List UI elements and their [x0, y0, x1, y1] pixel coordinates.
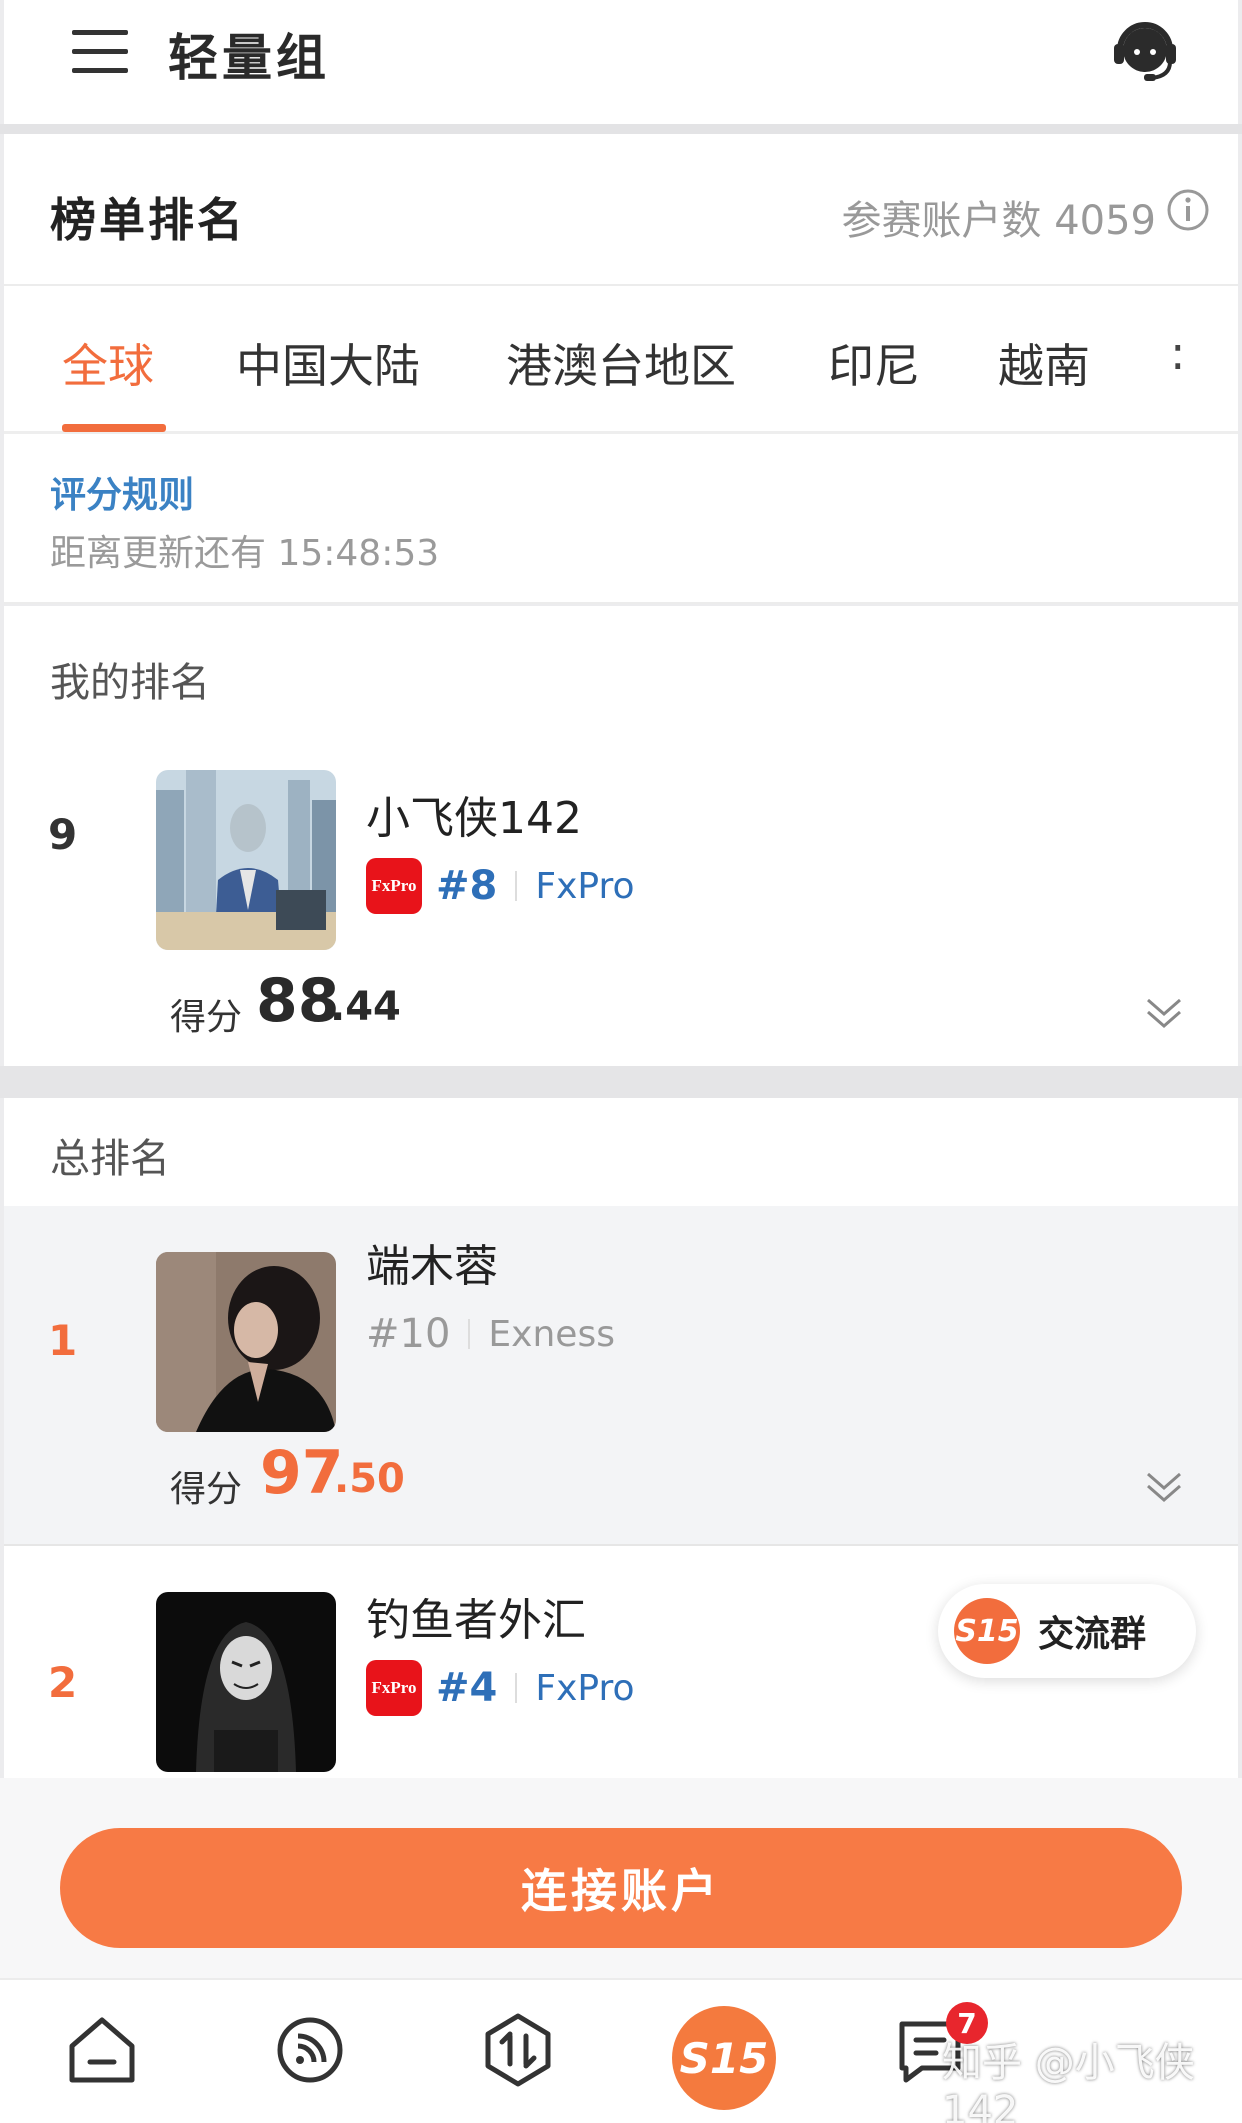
rules-section: 评分规则 距离更新还有 15:48:53	[4, 434, 1238, 604]
score-label: 得分	[170, 1469, 243, 1510]
chevron-down-icon[interactable]	[1144, 1466, 1184, 1506]
chevron-down-icon[interactable]	[1144, 992, 1184, 1032]
page-title: 轻量组	[168, 29, 330, 87]
connect-area: 连接账户	[0, 1778, 1242, 1978]
broker-rank: #4	[436, 1665, 498, 1711]
rank-number: 2	[48, 1658, 78, 1707]
my-ranking-title: 我的排名	[50, 660, 210, 706]
avatar[interactable]	[156, 1592, 336, 1772]
trade-icon[interactable]	[478, 2010, 558, 2090]
score-integer: 88	[256, 966, 340, 1036]
score-decimal: .50	[334, 1456, 405, 1502]
trader-name: 钓鱼者外汇	[366, 1595, 586, 1646]
avatar[interactable]	[156, 1252, 336, 1432]
broker-rank: #10	[366, 1311, 451, 1357]
broker-info: FxPro #8 FxPro	[366, 856, 634, 916]
group-chat-label: 交流群	[1038, 1614, 1147, 1655]
broker-name: FxPro	[535, 865, 635, 907]
score-label: 得分	[170, 997, 243, 1038]
top-bar: 轻量组	[4, 0, 1238, 124]
connect-account-button[interactable]: 连接账户	[60, 1828, 1182, 1948]
trader-name: 端木蓉	[366, 1241, 498, 1292]
rank-number: 9	[48, 810, 78, 859]
region-tabs: 全球 中国大陆 港澳台地区 印尼 越南 :	[4, 286, 1238, 434]
leaderboard-header: 榜单排名 参赛账户数 4059	[4, 134, 1238, 286]
fxpro-logo: FxPro	[366, 1660, 422, 1716]
home-icon[interactable]	[62, 2010, 142, 2090]
tab-indonesia[interactable]: 印尼	[828, 330, 920, 396]
broker-info: #10 Exness	[366, 1304, 615, 1364]
broker-info: FxPro #4 FxPro	[366, 1658, 634, 1718]
info-icon[interactable]	[1166, 188, 1210, 232]
scoring-rules-link[interactable]: 评分规则	[50, 466, 194, 518]
rank-number: 1	[48, 1316, 78, 1365]
group-chat-button[interactable]: S15 交流群	[938, 1584, 1196, 1678]
participants-count: 参赛账户数 4059	[841, 198, 1156, 244]
s15-icon[interactable]: S15	[672, 2006, 776, 2110]
s15-badge: S15	[954, 1598, 1020, 1664]
my-ranking-section: 我的排名 9 小飞侠142 FxPro #8 FxPro 得分 88 .44	[4, 606, 1238, 1066]
overall-ranking-title: 总排名	[50, 1136, 170, 1182]
avatar[interactable]	[156, 770, 336, 950]
active-tab-indicator	[62, 424, 166, 432]
tab-overflow-indicator[interactable]: :	[1170, 326, 1186, 380]
leaderboard-title: 榜单排名	[50, 193, 246, 247]
broker-rank: #8	[436, 863, 498, 909]
update-countdown: 距离更新还有 15:48:53	[50, 533, 440, 574]
hamburger-icon[interactable]	[72, 30, 128, 74]
broker-name: FxPro	[535, 1667, 635, 1709]
score-decimal: .44	[330, 984, 401, 1030]
score-integer: 97	[260, 1438, 344, 1508]
tab-hk-macau-taiwan[interactable]: 港澳台地区	[506, 330, 736, 396]
tab-mainland-china[interactable]: 中国大陆	[236, 330, 420, 396]
tab-global[interactable]: 全球	[62, 330, 154, 396]
fxpro-logo: FxPro	[366, 858, 422, 914]
broker-name: Exness	[488, 1313, 615, 1355]
tab-vietnam[interactable]: 越南	[998, 330, 1090, 396]
watermark: 知乎 @小飞侠142	[942, 2040, 1195, 2123]
headset-icon[interactable]	[1112, 16, 1178, 86]
trader-name: 小飞侠142	[366, 793, 582, 844]
feed-icon[interactable]	[270, 2010, 350, 2090]
